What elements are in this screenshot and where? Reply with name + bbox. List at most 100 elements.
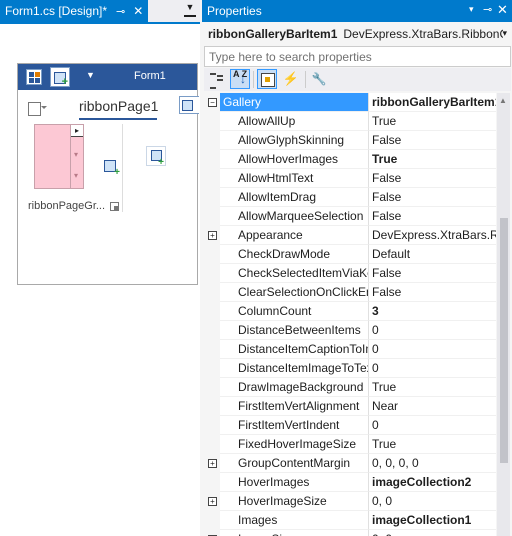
property-name[interactable]: Appearance (220, 226, 369, 245)
add-ribbon-page-icon[interactable] (179, 96, 199, 114)
expand-icon[interactable]: + (208, 459, 217, 468)
property-row[interactable]: AllowItemDrag False (204, 188, 496, 207)
property-row[interactable]: DrawImageBackground True (204, 378, 496, 397)
add-gallery-item-icon[interactable] (104, 160, 120, 178)
ribbon-page-tab[interactable]: ribbonPage1 (79, 96, 158, 120)
expand-icon[interactable]: + (208, 231, 217, 240)
property-name[interactable]: FixedHoverImageSize (220, 435, 369, 454)
property-name[interactable]: ClearSelectionOnClickEmpty (220, 283, 369, 302)
property-name[interactable]: DistanceItemImageToText (220, 359, 369, 378)
property-name[interactable]: HoverImages (220, 473, 369, 492)
property-value[interactable]: 0 (369, 359, 496, 378)
property-value[interactable]: DevExpress.XtraBars.Rib (369, 226, 496, 245)
property-name[interactable]: ImageSize (220, 530, 369, 536)
property-name[interactable]: GroupContentMargin (220, 454, 369, 473)
design-surface[interactable]: ▼ Form1 ribbonPage1 ▸ ▾ ▾ ribbonPageGr..… (0, 24, 200, 536)
property-row[interactable]: AllowHtmlText False (204, 169, 496, 188)
quick-access-dropdown-icon[interactable]: ▼ (86, 70, 95, 80)
property-row[interactable]: FixedHoverImageSize True (204, 435, 496, 454)
group-launcher-icon[interactable] (110, 202, 119, 211)
property-value[interactable]: False (369, 207, 496, 226)
property-row[interactable]: − Gallery ribbonGalleryBarItem1 (204, 93, 496, 112)
property-value[interactable]: imageCollection2 (369, 473, 496, 492)
form-designer-window[interactable]: ▼ Form1 ribbonPage1 ▸ ▾ ▾ ribbonPageGr..… (17, 63, 199, 285)
property-name[interactable]: FirstItemVertAlignment (220, 397, 369, 416)
property-name[interactable]: DistanceItemCaptionToImage (220, 340, 369, 359)
window-position-dropdown-icon[interactable]: ▾ (469, 4, 474, 15)
property-grid-scrollbar[interactable]: ▲ (497, 93, 510, 536)
property-name[interactable]: AllowHoverImages (220, 150, 369, 169)
property-name[interactable]: AllowItemDrag (220, 188, 369, 207)
property-name[interactable]: CheckDrawMode (220, 245, 369, 264)
add-quick-access-item-icon[interactable] (50, 67, 70, 88)
property-value[interactable]: False (369, 283, 496, 302)
property-name[interactable]: Images (220, 511, 369, 530)
property-row[interactable]: + GroupContentMargin 0, 0, 0, 0 (204, 454, 496, 473)
property-name[interactable]: CheckSelectedItemViaKey (220, 264, 369, 283)
property-value[interactable]: Default (369, 245, 496, 264)
property-value[interactable]: True (369, 112, 496, 131)
close-icon[interactable]: ✕ (497, 2, 508, 18)
properties-title-bar[interactable]: Properties ▾ ⊸ ✕ (202, 0, 512, 22)
property-row[interactable]: AllowHoverImages True (204, 150, 496, 169)
property-name[interactable]: DrawImageBackground (220, 378, 369, 397)
property-name[interactable]: AllowHtmlText (220, 169, 369, 188)
properties-search-input[interactable] (204, 46, 511, 67)
property-value[interactable]: 0, 0 (369, 492, 496, 511)
property-name[interactable]: AllowGlyphSkinning (220, 131, 369, 150)
property-name[interactable]: ColumnCount (220, 302, 369, 321)
property-value[interactable]: 3 (369, 302, 496, 321)
property-value[interactable]: True (369, 150, 496, 169)
property-value[interactable]: 0, 0, 0, 0 (369, 454, 496, 473)
property-row[interactable]: + Appearance DevExpress.XtraBars.Rib (204, 226, 496, 245)
ribbon-gallery-bar-item[interactable]: ▸ ▾ ▾ (34, 124, 84, 189)
properties-view-icon[interactable] (257, 69, 277, 89)
property-name[interactable]: DistanceBetweenItems (220, 321, 369, 340)
property-value[interactable]: ribbonGalleryBarItem1 (369, 93, 496, 112)
close-icon[interactable]: ✕ (133, 4, 143, 18)
property-name[interactable]: AllowMarqueeSelection (220, 207, 369, 226)
property-value[interactable]: False (369, 131, 496, 150)
property-row[interactable]: DistanceItemCaptionToImage0 (204, 340, 496, 359)
property-row[interactable]: FirstItemVertIndent 0 (204, 416, 496, 435)
property-row[interactable]: ClearSelectionOnClickEmptyFalse (204, 283, 496, 302)
document-tab-form1-design[interactable]: Form1.cs [Design]* ⊸ ✕ (0, 0, 148, 22)
expand-icon[interactable]: + (208, 497, 217, 506)
property-name[interactable]: AllowAllUp (220, 112, 369, 131)
property-row[interactable]: ColumnCount 3 (204, 302, 496, 321)
property-row[interactable]: HoverImages imageCollection2 (204, 473, 496, 492)
object-selector-dropdown[interactable]: ribbonGalleryBarItem1 DevExpress.XtraBar… (204, 23, 511, 44)
property-value[interactable]: True (369, 435, 496, 454)
events-view-icon[interactable]: ⚡ (281, 69, 301, 89)
property-value[interactable]: imageCollection1 (369, 511, 496, 530)
alphabetical-sort-button[interactable]: A Z ↓ (230, 69, 250, 89)
chevron-down-icon[interactable]: ▾ (502, 28, 507, 39)
collapse-icon[interactable]: − (208, 98, 217, 107)
pin-icon[interactable]: ⊸ (483, 3, 492, 16)
gallery-scroll-down-button[interactable]: ▾ (74, 150, 78, 159)
property-row[interactable]: AllowAllUp True (204, 112, 496, 131)
property-value[interactable]: True (369, 378, 496, 397)
property-value[interactable]: False (369, 188, 496, 207)
property-row[interactable]: +ImageSize0, 0 (204, 530, 496, 536)
pin-icon[interactable]: ⊸ (116, 5, 125, 18)
property-row[interactable]: DistanceBetweenItems 0 (204, 321, 496, 340)
property-row[interactable]: CheckSelectedItemViaKey False (204, 264, 496, 283)
property-value[interactable]: False (369, 264, 496, 283)
scroll-up-icon[interactable]: ▲ (499, 96, 507, 105)
add-ribbon-group-icon[interactable] (146, 146, 166, 168)
gallery-dropdown-button[interactable]: ▾ (74, 171, 78, 180)
ribbon-app-menu-icon[interactable] (28, 102, 47, 116)
property-row[interactable]: FirstItemVertAlignment Near (204, 397, 496, 416)
property-row[interactable]: + HoverImageSize 0, 0 (204, 492, 496, 511)
property-row[interactable]: CheckDrawMode Default (204, 245, 496, 264)
property-row[interactable]: AllowMarqueeSelection False (204, 207, 496, 226)
property-grid[interactable]: − Gallery ribbonGalleryBarItem1 AllowAllUp T… (204, 93, 496, 536)
property-name[interactable]: HoverImageSize (220, 492, 369, 511)
scrollbar-thumb[interactable] (500, 218, 508, 463)
ribbon-app-icon[interactable] (26, 69, 42, 85)
property-value[interactable]: 0 (369, 340, 496, 359)
property-row[interactable]: Images imageCollection1 (204, 511, 496, 530)
form-title-bar[interactable]: ▼ Form1 (18, 64, 197, 90)
property-pages-icon[interactable]: 🔧 (309, 69, 329, 89)
